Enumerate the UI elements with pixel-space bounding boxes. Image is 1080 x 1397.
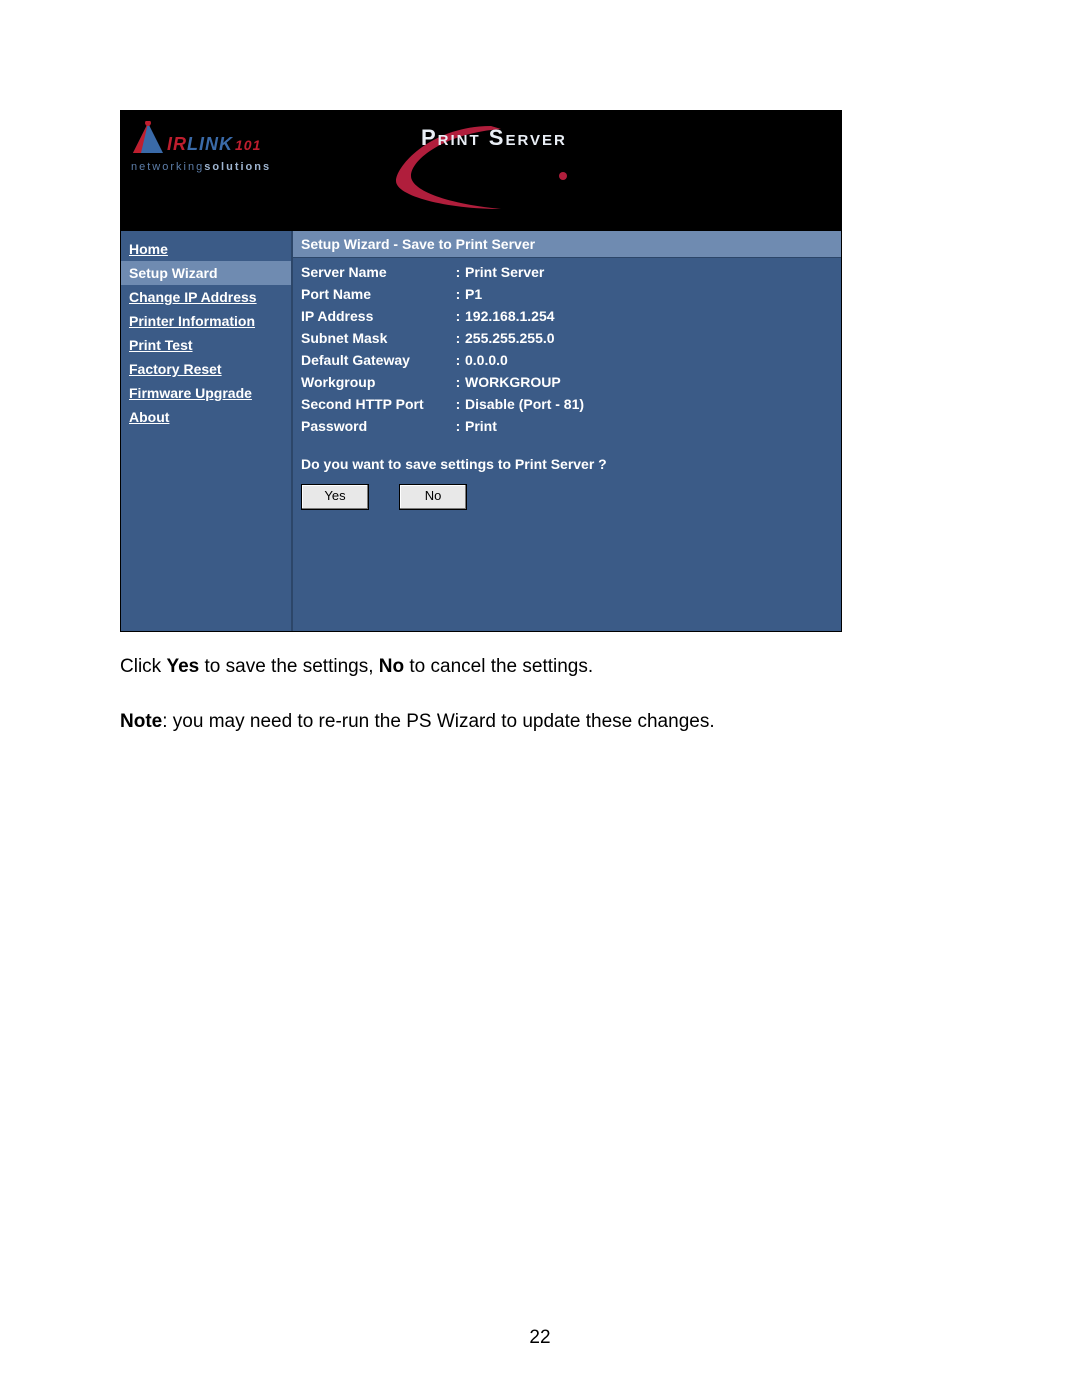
header-banner: Print Server xyxy=(301,111,841,231)
panel-title: Setup Wizard - Save to Print Server xyxy=(293,231,841,258)
label-subnet-mask: Subnet Mask xyxy=(301,330,451,346)
value-second-http-port: Disable (Port - 81) xyxy=(465,396,833,412)
sidebar-item-about[interactable]: About xyxy=(121,405,291,429)
sidebar-item-home[interactable]: Home xyxy=(121,237,291,261)
sidebar-item-setup-wizard[interactable]: Setup Wizard xyxy=(121,261,291,285)
sidebar-item-change-ip[interactable]: Change IP Address xyxy=(121,285,291,309)
row-ip-address: IP Address : 192.168.1.254 xyxy=(301,308,833,324)
value-server-name: Print Server xyxy=(465,264,833,280)
sidebar-item-print-test[interactable]: Print Test xyxy=(121,333,291,357)
label-default-gateway: Default Gateway xyxy=(301,352,451,368)
yes-button[interactable]: Yes xyxy=(301,484,369,510)
value-ip-address: 192.168.1.254 xyxy=(465,308,833,324)
brand-link: LINK xyxy=(187,134,233,154)
label-server-name: Server Name xyxy=(301,264,451,280)
sidebar-item-factory-reset[interactable]: Factory Reset xyxy=(121,357,291,381)
value-password: Print xyxy=(465,418,833,434)
value-port-name: P1 xyxy=(465,286,833,302)
label-ip-address: IP Address xyxy=(301,308,451,324)
print-server-screenshot: IRLINK101 networkingsolutions Print Serv… xyxy=(120,110,842,632)
settings-summary: Server Name : Print Server Port Name : P… xyxy=(293,258,841,434)
sidebar-item-printer-info[interactable]: Printer Information xyxy=(121,309,291,333)
label-second-http-port: Second HTTP Port xyxy=(301,396,451,412)
row-second-http-port: Second HTTP Port : Disable (Port - 81) xyxy=(301,396,833,412)
sidebar-item-firmware-upgrade[interactable]: Firmware Upgrade xyxy=(121,381,291,405)
brand-101: 101 xyxy=(235,137,261,153)
save-prompt: Do you want to save settings to Print Se… xyxy=(293,440,841,476)
row-default-gateway: Default Gateway : 0.0.0.0 xyxy=(301,352,833,368)
row-password: Password : Print xyxy=(301,418,833,434)
airlink-mark-icon xyxy=(131,121,165,155)
value-workgroup: WORKGROUP xyxy=(465,374,833,390)
brand-subtitle: networkingsolutions xyxy=(131,161,301,173)
label-port-name: Port Name xyxy=(301,286,451,302)
brand-logo: IRLINK101 networkingsolutions xyxy=(121,111,301,231)
page-title: Print Server xyxy=(421,125,567,151)
label-password: Password xyxy=(301,418,451,434)
row-workgroup: Workgroup : WORKGROUP xyxy=(301,374,833,390)
row-subnet-mask: Subnet Mask : 255.255.255.0 xyxy=(301,330,833,346)
content-panel: Setup Wizard - Save to Print Server Serv… xyxy=(293,231,841,631)
row-port-name: Port Name : P1 xyxy=(301,286,833,302)
page-number: 22 xyxy=(0,1327,1080,1349)
sidebar: Home Setup Wizard Change IP Address Prin… xyxy=(121,231,293,631)
instruction-text: Click Yes to save the settings, No to ca… xyxy=(120,654,960,735)
value-subnet-mask: 255.255.255.0 xyxy=(465,330,833,346)
no-button[interactable]: No xyxy=(399,484,467,510)
value-default-gateway: 0.0.0.0 xyxy=(465,352,833,368)
brand-ir: IR xyxy=(167,134,187,154)
row-server-name: Server Name : Print Server xyxy=(301,264,833,280)
label-workgroup: Workgroup xyxy=(301,374,451,390)
header: IRLINK101 networkingsolutions Print Serv… xyxy=(121,111,841,231)
